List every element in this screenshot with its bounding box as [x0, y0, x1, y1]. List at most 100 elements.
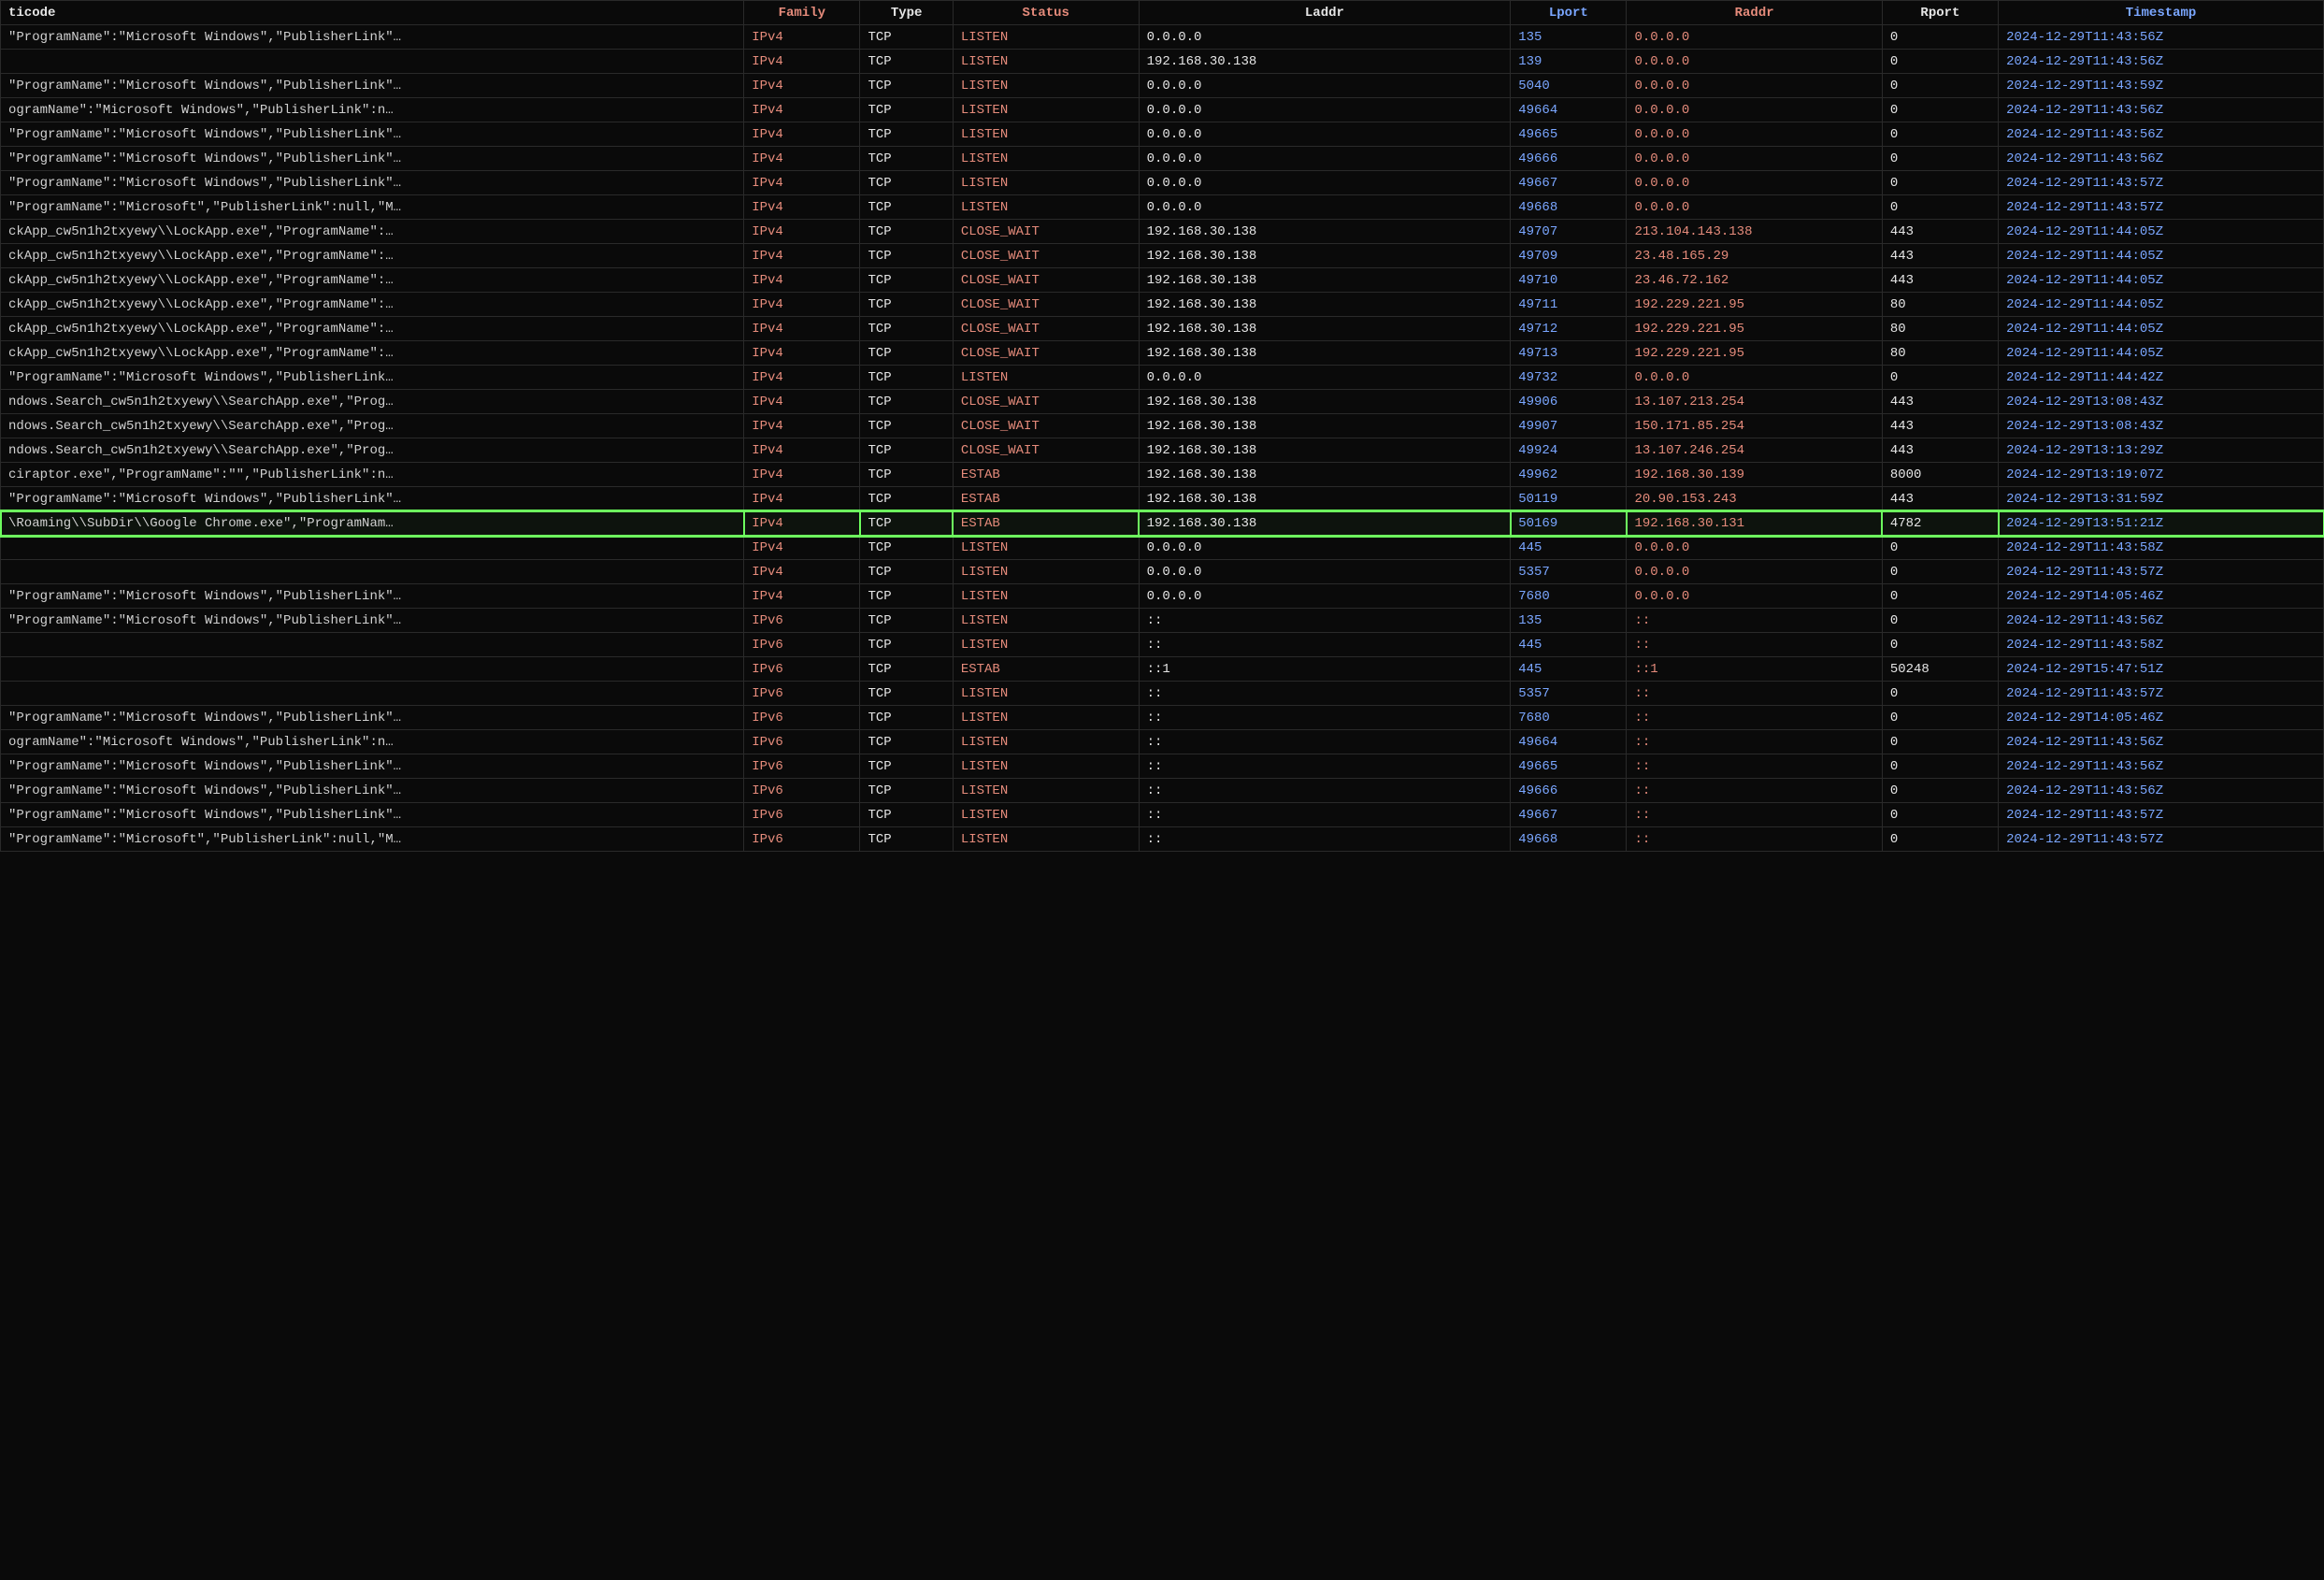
- cell-raddr: 192.168.30.139: [1627, 463, 1882, 487]
- cell-ticode: ndows.Search_cw5n1h2txyewy\\SearchApp.ex…: [1, 414, 744, 438]
- table-row[interactable]: "ProgramName":"Microsoft Windows","Publi…: [1, 584, 2324, 609]
- cell-status: LISTEN: [953, 584, 1139, 609]
- table-row[interactable]: "ProgramName":"Microsoft","PublisherLink…: [1, 827, 2324, 852]
- cell-timestamp: 2024-12-29T11:43:58Z: [1999, 633, 2324, 657]
- cell-laddr: 192.168.30.138: [1139, 50, 1511, 74]
- table-row[interactable]: IPv4TCPLISTEN0.0.0.04450.0.0.002024-12-2…: [1, 536, 2324, 560]
- col-header-raddr[interactable]: Raddr: [1627, 1, 1882, 25]
- cell-raddr: 23.46.72.162: [1627, 268, 1882, 293]
- cell-lport: 445: [1511, 657, 1627, 682]
- cell-rport: 443: [1882, 438, 1998, 463]
- cell-laddr: ::: [1139, 827, 1511, 852]
- table-row[interactable]: ckApp_cw5n1h2txyewy\\LockApp.exe","Progr…: [1, 268, 2324, 293]
- cell-status: LISTEN: [953, 730, 1139, 754]
- cell-raddr: 192.229.221.95: [1627, 317, 1882, 341]
- cell-timestamp: 2024-12-29T11:43:56Z: [1999, 779, 2324, 803]
- cell-raddr: 0.0.0.0: [1627, 122, 1882, 147]
- cell-family: IPv4: [744, 220, 860, 244]
- table-row[interactable]: "ProgramName":"Microsoft","PublisherLink…: [1, 195, 2324, 220]
- cell-lport: 49924: [1511, 438, 1627, 463]
- cell-ticode: "ProgramName":"Microsoft Windows","Publi…: [1, 803, 744, 827]
- cell-laddr: 192.168.30.138: [1139, 463, 1511, 487]
- cell-family: IPv4: [744, 511, 860, 536]
- col-header-family[interactable]: Family: [744, 1, 860, 25]
- cell-lport: 49962: [1511, 463, 1627, 487]
- table-row[interactable]: ndows.Search_cw5n1h2txyewy\\SearchApp.ex…: [1, 414, 2324, 438]
- cell-raddr: 0.0.0.0: [1627, 98, 1882, 122]
- cell-lport: 139: [1511, 50, 1627, 74]
- cell-raddr: ::: [1627, 779, 1882, 803]
- cell-rport: 0: [1882, 803, 1998, 827]
- table-row[interactable]: "ProgramName":"Microsoft Windows","Publi…: [1, 609, 2324, 633]
- cell-type: TCP: [860, 706, 953, 730]
- table-row[interactable]: "ProgramName":"Microsoft Windows","Publi…: [1, 147, 2324, 171]
- cell-ticode: "ProgramName":"Microsoft Windows","Publi…: [1, 609, 744, 633]
- table-row[interactable]: "ProgramName":"Microsoft Windows","Publi…: [1, 803, 2324, 827]
- cell-laddr: 0.0.0.0: [1139, 74, 1511, 98]
- table-row[interactable]: "ProgramName":"Microsoft Windows","Publi…: [1, 754, 2324, 779]
- cell-lport: 49712: [1511, 317, 1627, 341]
- cell-raddr: 13.107.213.254: [1627, 390, 1882, 414]
- cell-rport: 80: [1882, 293, 1998, 317]
- cell-lport: 5357: [1511, 682, 1627, 706]
- table-row[interactable]: IPv6TCPLISTEN::5357::02024-12-29T11:43:5…: [1, 682, 2324, 706]
- cell-type: TCP: [860, 730, 953, 754]
- cell-family: IPv4: [744, 366, 860, 390]
- table-row[interactable]: ndows.Search_cw5n1h2txyewy\\SearchApp.ex…: [1, 390, 2324, 414]
- col-header-timestamp[interactable]: Timestamp: [1999, 1, 2324, 25]
- cell-raddr: ::1: [1627, 657, 1882, 682]
- col-header-laddr[interactable]: Laddr: [1139, 1, 1511, 25]
- table-row[interactable]: "ProgramName":"Microsoft Windows","Publi…: [1, 487, 2324, 511]
- cell-laddr: 192.168.30.138: [1139, 487, 1511, 511]
- cell-timestamp: 2024-12-29T11:43:57Z: [1999, 171, 2324, 195]
- cell-type: TCP: [860, 98, 953, 122]
- table-row[interactable]: ckApp_cw5n1h2txyewy\\LockApp.exe","Progr…: [1, 293, 2324, 317]
- col-header-ticode[interactable]: ticode: [1, 1, 744, 25]
- table-row[interactable]: "ProgramName":"Microsoft Windows","Publi…: [1, 366, 2324, 390]
- cell-type: TCP: [860, 366, 953, 390]
- cell-timestamp: 2024-12-29T11:44:42Z: [1999, 366, 2324, 390]
- table-row[interactable]: IPv4TCPLISTEN192.168.30.1381390.0.0.0020…: [1, 50, 2324, 74]
- table-row[interactable]: IPv4TCPLISTEN0.0.0.053570.0.0.002024-12-…: [1, 560, 2324, 584]
- table-row[interactable]: ciraptor.exe","ProgramName":"","Publishe…: [1, 463, 2324, 487]
- cell-ticode: "ProgramName":"Microsoft Windows","Publi…: [1, 779, 744, 803]
- table-row[interactable]: "ProgramName":"Microsoft Windows","Publi…: [1, 706, 2324, 730]
- cell-family: IPv6: [744, 706, 860, 730]
- cell-ticode: "ProgramName":"Microsoft Windows","Publi…: [1, 754, 744, 779]
- table-row[interactable]: "ProgramName":"Microsoft Windows","Publi…: [1, 25, 2324, 50]
- cell-laddr: 0.0.0.0: [1139, 536, 1511, 560]
- cell-raddr: 0.0.0.0: [1627, 366, 1882, 390]
- cell-status: LISTEN: [953, 50, 1139, 74]
- cell-type: TCP: [860, 536, 953, 560]
- table-row[interactable]: "ProgramName":"Microsoft Windows","Publi…: [1, 74, 2324, 98]
- cell-rport: 0: [1882, 122, 1998, 147]
- cell-status: ESTAB: [953, 463, 1139, 487]
- col-header-status[interactable]: Status: [953, 1, 1139, 25]
- table-row[interactable]: IPv6TCPESTAB::1445::1502482024-12-29T15:…: [1, 657, 2324, 682]
- table-row[interactable]: IPv6TCPLISTEN::445::02024-12-29T11:43:58…: [1, 633, 2324, 657]
- table-row[interactable]: "ProgramName":"Microsoft Windows","Publi…: [1, 779, 2324, 803]
- table-row[interactable]: \Roaming\\SubDir\\Google Chrome.exe","Pr…: [1, 511, 2324, 536]
- table-row[interactable]: ckApp_cw5n1h2txyewy\\LockApp.exe","Progr…: [1, 341, 2324, 366]
- col-header-type[interactable]: Type: [860, 1, 953, 25]
- cell-lport: 49711: [1511, 293, 1627, 317]
- table-row[interactable]: ckApp_cw5n1h2txyewy\\LockApp.exe","Progr…: [1, 220, 2324, 244]
- table-row[interactable]: ndows.Search_cw5n1h2txyewy\\SearchApp.ex…: [1, 438, 2324, 463]
- table-row[interactable]: "ProgramName":"Microsoft Windows","Publi…: [1, 122, 2324, 147]
- cell-raddr: 0.0.0.0: [1627, 560, 1882, 584]
- cell-laddr: ::: [1139, 706, 1511, 730]
- table-row[interactable]: ogramName":"Microsoft Windows","Publishe…: [1, 730, 2324, 754]
- cell-family: IPv4: [744, 25, 860, 50]
- cell-type: TCP: [860, 414, 953, 438]
- cell-laddr: 0.0.0.0: [1139, 122, 1511, 147]
- cell-family: IPv4: [744, 268, 860, 293]
- col-header-rport[interactable]: Rport: [1882, 1, 1998, 25]
- table-row[interactable]: ckApp_cw5n1h2txyewy\\LockApp.exe","Progr…: [1, 244, 2324, 268]
- col-header-lport[interactable]: Lport: [1511, 1, 1627, 25]
- table-row[interactable]: ogramName":"Microsoft Windows","Publishe…: [1, 98, 2324, 122]
- table-header: ticode Family Type Status Laddr Lport Ra…: [1, 1, 2324, 25]
- cell-laddr: ::1: [1139, 657, 1511, 682]
- cell-lport: 49667: [1511, 803, 1627, 827]
- table-row[interactable]: ckApp_cw5n1h2txyewy\\LockApp.exe","Progr…: [1, 317, 2324, 341]
- table-row[interactable]: "ProgramName":"Microsoft Windows","Publi…: [1, 171, 2324, 195]
